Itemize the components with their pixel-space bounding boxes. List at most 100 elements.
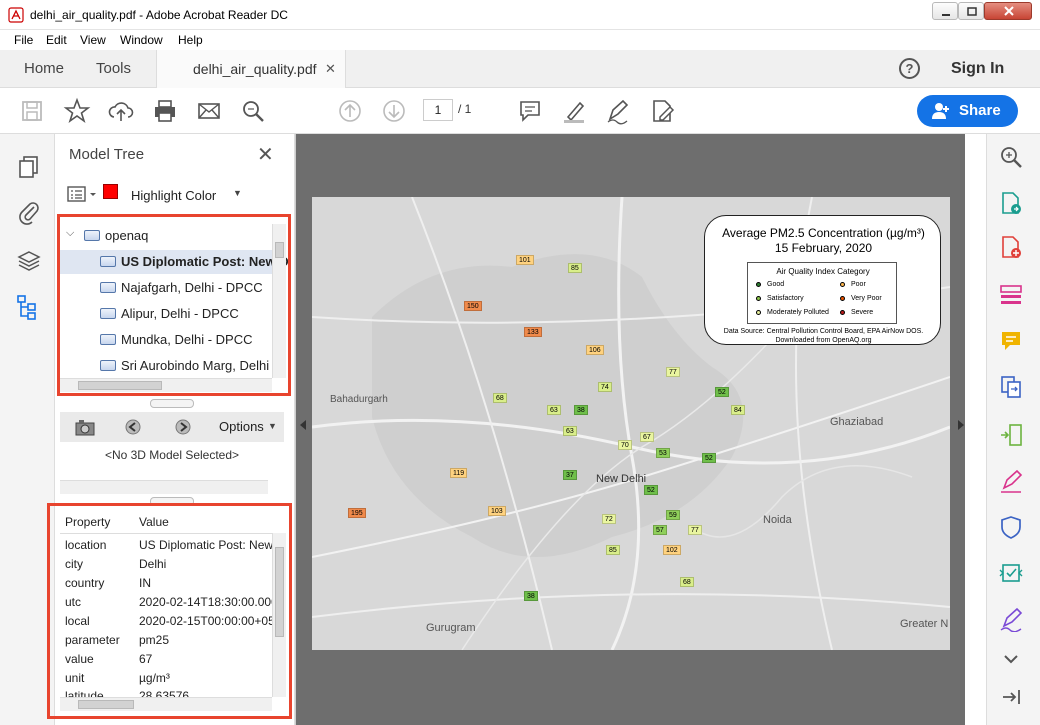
station-marker[interactable]: 63 <box>563 426 577 436</box>
tree-node[interactable]: Alipur, Delhi - DPCC <box>60 302 272 326</box>
station-marker[interactable]: 57 <box>653 525 667 535</box>
close-tab-icon[interactable]: ✕ <box>325 61 336 77</box>
tree-node[interactable]: Sri Aurobindo Marg, Delhi - <box>60 354 277 378</box>
pdf-page-map[interactable]: Bahadurgarh New Delhi Noida Ghaziabad Gu… <box>312 197 950 650</box>
station-marker[interactable]: 68 <box>680 577 694 587</box>
sign-in-button[interactable]: Sign In <box>951 60 1004 78</box>
tree-node[interactable]: Mundka, Delhi - DPCC <box>60 328 272 352</box>
fill-sign-icon[interactable] <box>998 468 1024 494</box>
collapse-left-panel-icon[interactable] <box>300 420 306 430</box>
attachments-paperclip-icon[interactable] <box>16 199 42 225</box>
tree-view-options-icon[interactable] <box>67 186 97 202</box>
station-marker[interactable]: 77 <box>688 525 702 535</box>
maximize-button[interactable] <box>958 2 984 20</box>
station-marker[interactable]: 52 <box>702 453 716 463</box>
tree-node[interactable]: Najafgarh, Delhi - DPCC <box>60 276 272 300</box>
highlight-color-label[interactable]: Highlight Color <box>131 188 216 203</box>
menu-window[interactable]: Window <box>120 33 163 47</box>
tab-tools[interactable]: Tools <box>96 60 131 77</box>
station-marker[interactable]: 38 <box>574 405 588 415</box>
compress-pdf-icon[interactable] <box>998 422 1024 448</box>
scroll-thumb[interactable] <box>275 242 284 258</box>
print-icon[interactable] <box>151 97 179 125</box>
forward-arrow-icon[interactable] <box>174 418 192 436</box>
tree-root-node[interactable]: ⌵ openaq <box>60 224 272 248</box>
options-menu[interactable]: Options <box>219 419 264 434</box>
collapse-tools-pane-icon[interactable] <box>998 684 1024 710</box>
station-marker[interactable]: 101 <box>516 255 534 265</box>
station-marker[interactable]: 85 <box>606 545 620 555</box>
save-icon[interactable] <box>18 97 46 125</box>
tab-home[interactable]: Home <box>24 60 64 77</box>
close-window-button[interactable] <box>984 2 1032 20</box>
page-number-input[interactable]: 1 <box>423 99 453 121</box>
zoom-icon[interactable] <box>998 144 1024 170</box>
station-marker[interactable]: 67 <box>640 432 654 442</box>
scroll-thumb[interactable] <box>275 547 284 637</box>
chevron-down-icon[interactable]: ▼ <box>233 188 242 198</box>
station-marker[interactable]: 37 <box>563 470 577 480</box>
station-marker[interactable]: 52 <box>644 485 658 495</box>
upload-cloud-icon[interactable] <box>107 97 135 125</box>
back-arrow-icon[interactable] <box>124 418 142 436</box>
scroll-thumb[interactable] <box>78 381 162 390</box>
search-icon[interactable] <box>239 97 267 125</box>
sign-pen-icon[interactable] <box>604 97 632 125</box>
station-marker[interactable]: 106 <box>586 345 604 355</box>
station-marker[interactable]: 85 <box>568 263 582 273</box>
model-tree-icon[interactable] <box>16 294 42 320</box>
station-marker[interactable]: 77 <box>666 367 680 377</box>
request-signature-icon[interactable] <box>998 606 1024 632</box>
create-pdf-icon[interactable] <box>998 234 1024 260</box>
tree-vertical-scrollbar[interactable] <box>272 224 286 378</box>
properties-vertical-scrollbar[interactable] <box>272 533 286 697</box>
tree-node[interactable]: US Diplomatic Post: New D <box>60 250 288 274</box>
collapse-right-panel-icon[interactable] <box>958 420 964 430</box>
document-viewer[interactable]: Bahadurgarh New Delhi Noida Ghaziabad Gu… <box>295 134 965 725</box>
menu-help[interactable]: Help <box>178 33 203 47</box>
station-marker[interactable]: 38 <box>524 591 538 601</box>
station-marker[interactable]: 68 <box>493 393 507 403</box>
station-marker[interactable]: 70 <box>618 440 632 450</box>
station-marker[interactable]: 84 <box>731 405 745 415</box>
layers-icon[interactable] <box>16 248 42 274</box>
station-marker[interactable]: 74 <box>598 382 612 392</box>
chevron-down-icon[interactable]: ▼ <box>268 421 277 431</box>
tab-document[interactable]: delhi_air_quality.pdf ✕ <box>156 50 346 88</box>
station-marker[interactable]: 53 <box>656 448 670 458</box>
camera-icon[interactable] <box>74 417 96 437</box>
tree-horizontal-scrollbar[interactable] <box>60 378 272 392</box>
properties-horizontal-scrollbar[interactable] <box>60 697 272 711</box>
chevron-down-icon[interactable] <box>998 646 1024 672</box>
station-marker[interactable]: 52 <box>715 387 729 397</box>
next-page-icon[interactable] <box>380 97 408 125</box>
menu-edit[interactable]: Edit <box>46 33 67 47</box>
previous-page-icon[interactable] <box>336 97 364 125</box>
menu-file[interactable]: File <box>14 33 33 47</box>
highlight-pen-icon[interactable] <box>560 97 588 125</box>
minimize-button[interactable] <box>932 2 958 20</box>
share-button[interactable]: Share <box>917 95 1018 127</box>
comment-icon[interactable] <box>516 97 544 125</box>
station-marker[interactable]: 72 <box>602 514 616 524</box>
combine-files-icon[interactable] <box>998 374 1024 400</box>
station-marker[interactable]: 133 <box>524 327 542 337</box>
station-marker[interactable]: 119 <box>450 468 468 478</box>
station-marker[interactable]: 63 <box>547 405 561 415</box>
station-marker[interactable]: 195 <box>348 508 366 518</box>
bookmark-star-icon[interactable] <box>63 97 91 125</box>
station-marker[interactable]: 59 <box>666 510 680 520</box>
model-horizontal-scrollbar[interactable] <box>60 480 268 494</box>
collapse-chevron-icon[interactable]: ⌵ <box>66 227 74 240</box>
panel-splitter[interactable] <box>150 399 194 408</box>
comment-tool-icon[interactable] <box>998 328 1024 354</box>
edit-pdf-icon[interactable] <box>648 97 676 125</box>
protect-shield-icon[interactable] <box>998 514 1024 540</box>
station-marker[interactable]: 150 <box>464 301 482 311</box>
send-for-review-icon[interactable] <box>998 560 1024 586</box>
email-icon[interactable] <box>195 97 223 125</box>
help-icon[interactable]: ? <box>899 58 920 79</box>
close-panel-icon[interactable]: ✕ <box>257 142 274 167</box>
highlight-color-swatch[interactable] <box>103 184 118 199</box>
menu-view[interactable]: View <box>80 33 106 47</box>
